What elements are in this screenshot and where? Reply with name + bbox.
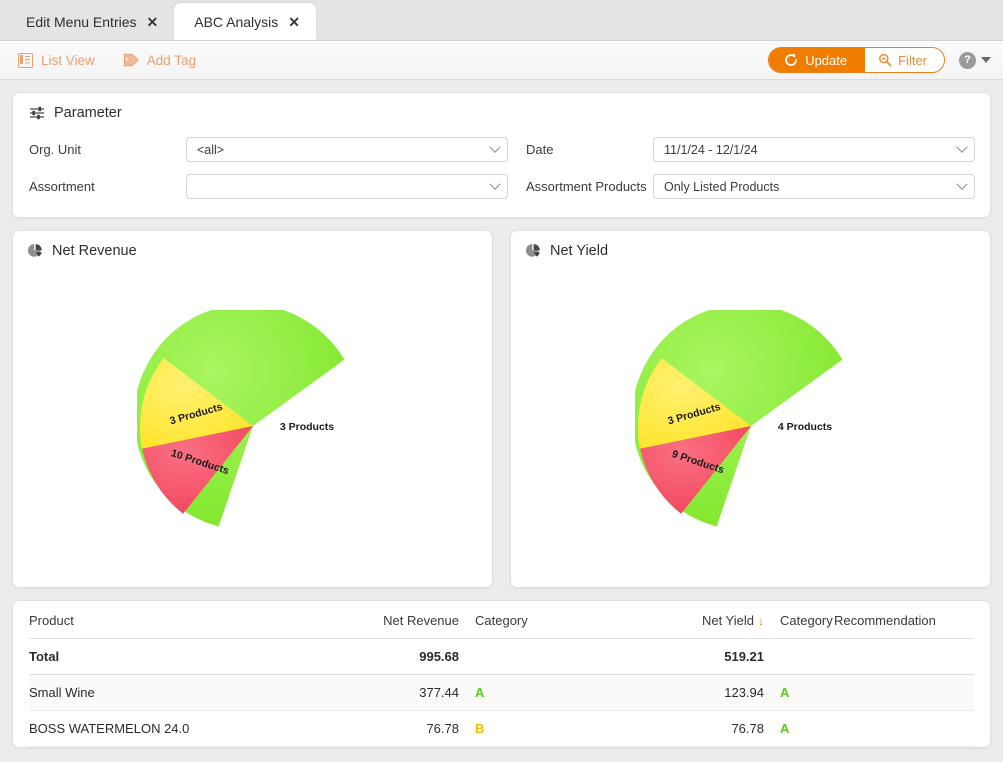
results-table-panel: Product Net Revenue Category Net Yield ↓ … (12, 600, 991, 748)
table-row[interactable]: BOSS WATERMELON 24.0 76.78 B 76.78 A (29, 710, 974, 747)
results-table: Product Net Revenue Category Net Yield ↓ … (29, 601, 974, 747)
cell-product: Total (29, 638, 359, 675)
parameter-title: Parameter (54, 105, 122, 121)
cell-net-revenue: 76.78 (359, 710, 459, 747)
parameter-panel: Parameter Org. Unit <all> Date 11/1/24 -… (12, 92, 991, 218)
tab-label: ABC Analysis (194, 13, 279, 30)
col-category-yield[interactable]: Category (764, 601, 834, 639)
table-header-row: Product Net Revenue Category Net Yield ↓ … (29, 601, 974, 639)
select-org-unit[interactable]: <all> (186, 137, 508, 162)
list-view-button[interactable]: List View (18, 52, 95, 68)
cell-net-yield: 76.78 (689, 710, 764, 747)
cell-product: BOSS WATERMELON 24.0 (29, 710, 359, 747)
label-assortment-products: Assortment Products (526, 179, 647, 194)
chevron-down-icon (489, 141, 501, 153)
refresh-icon (784, 53, 798, 67)
chart-panel-net-yield: Net Yield 4 Products 3 Products 9 Produc… (510, 230, 991, 588)
pie-net-revenue-svg: 3 Products 3 Products 10 Products (136, 310, 344, 527)
col-recommendation[interactable]: Recommendation (834, 601, 974, 639)
select-date[interactable]: 11/1/24 - 12/1/24 (653, 137, 975, 162)
search-icon (878, 53, 892, 67)
filter-button[interactable]: Filter (865, 48, 944, 72)
col-net-yield-label: Net Yield (701, 613, 754, 628)
select-org-unit-value: <all> (197, 142, 225, 157)
pie-slice-label-green: 4 Products (777, 421, 831, 433)
cell-category-revenue: B (459, 710, 689, 747)
chart-title-net-yield: Net Yield (550, 243, 609, 259)
table-body: Total 995.68 519.21 Small Wine 377.44 A … (29, 638, 974, 747)
col-net-revenue[interactable]: Net Revenue (359, 601, 459, 639)
cell-net-yield: 519.21 (689, 638, 764, 675)
add-tag-button[interactable]: Add Tag (123, 53, 196, 68)
col-product[interactable]: Product (29, 601, 359, 639)
toolbar: List View Add Tag Update Filter ? (0, 41, 1003, 80)
parameter-fields: Org. Unit <all> Date 11/1/24 - 12/1/24 A… (29, 137, 975, 199)
chart-header-net-revenue: Net Revenue (27, 243, 478, 259)
cell-category-revenue: A (459, 674, 689, 711)
pie-chart-icon (525, 243, 541, 259)
filter-label: Filter (898, 52, 927, 68)
col-net-yield[interactable]: Net Yield ↓ (689, 601, 764, 639)
cell-category-revenue (459, 638, 689, 675)
pie-slice-label-green: 3 Products (279, 421, 333, 433)
cell-category-yield: A (764, 710, 834, 747)
select-assortment[interactable] (186, 174, 508, 199)
tab-abc-analysis[interactable]: ABC Analysis ✕ (174, 3, 317, 40)
select-assortment-products-value: Only Listed Products (664, 179, 780, 194)
charts-row: Net Revenue 3 Products 3 Products 10 Pro… (12, 230, 991, 588)
update-label: Update (805, 52, 848, 68)
chart-title-net-revenue: Net Revenue (52, 243, 137, 259)
close-icon[interactable]: ✕ (288, 15, 300, 29)
cell-net-revenue: 995.68 (359, 638, 459, 675)
parameter-header: Parameter (29, 105, 974, 121)
chevron-down-icon (489, 178, 501, 190)
page-content: Parameter Org. Unit <all> Date 11/1/24 -… (0, 80, 1003, 760)
tab-edit-menu-entries[interactable]: Edit Menu Entries ✕ (6, 3, 174, 40)
list-icon (18, 52, 33, 68)
label-org-unit: Org. Unit (29, 142, 82, 157)
chevron-down-icon (956, 178, 968, 190)
help-icon[interactable]: ? (959, 51, 976, 69)
select-assortment-products[interactable]: Only Listed Products (653, 174, 975, 199)
cell-category-yield: A (764, 674, 834, 711)
chart-panel-net-revenue: Net Revenue 3 Products 3 Products 10 Pro… (12, 230, 493, 588)
table-header: Product Net Revenue Category Net Yield ↓ … (29, 601, 974, 639)
label-date: Date (526, 142, 554, 157)
cell-recommendation (834, 674, 974, 711)
help-menu[interactable]: ? (959, 51, 991, 69)
col-category-revenue[interactable]: Category (459, 601, 689, 639)
pie-net-yield[interactable]: 4 Products 3 Products 9 Products (511, 273, 990, 579)
pie-chart-icon (27, 243, 43, 259)
chart-header-net-yield: Net Yield (525, 243, 976, 259)
table-row[interactable]: Total 995.68 519.21 (29, 638, 974, 675)
chevron-down-icon (956, 141, 968, 153)
list-view-label: List View (41, 52, 95, 68)
select-date-value: 11/1/24 - 12/1/24 (664, 142, 758, 157)
cell-product: Small Wine (29, 674, 359, 711)
cell-recommendation (834, 638, 974, 675)
pie-net-revenue[interactable]: 3 Products 3 Products 10 Products (13, 273, 492, 579)
tag-icon (123, 53, 139, 67)
label-assortment: Assortment (29, 179, 95, 194)
chevron-down-icon[interactable] (981, 57, 991, 63)
add-tag-label: Add Tag (146, 52, 197, 68)
pie-net-yield-svg: 4 Products 3 Products 9 Products (634, 310, 842, 527)
close-icon[interactable]: ✕ (147, 15, 159, 29)
sliders-icon (29, 105, 45, 121)
cell-net-revenue: 377.44 (359, 674, 459, 711)
action-button-group: Update Filter (768, 47, 945, 73)
update-button[interactable]: Update (769, 48, 866, 72)
tab-bar: Edit Menu Entries ✕ ABC Analysis ✕ (0, 0, 1003, 41)
table-row[interactable]: Small Wine 377.44 A 123.94 A (29, 674, 974, 711)
cell-recommendation (834, 710, 974, 747)
tab-label: Edit Menu Entries (26, 13, 137, 30)
sort-descending-icon: ↓ (758, 614, 764, 628)
cell-net-yield: 123.94 (689, 674, 764, 711)
cell-category-yield (764, 638, 834, 675)
